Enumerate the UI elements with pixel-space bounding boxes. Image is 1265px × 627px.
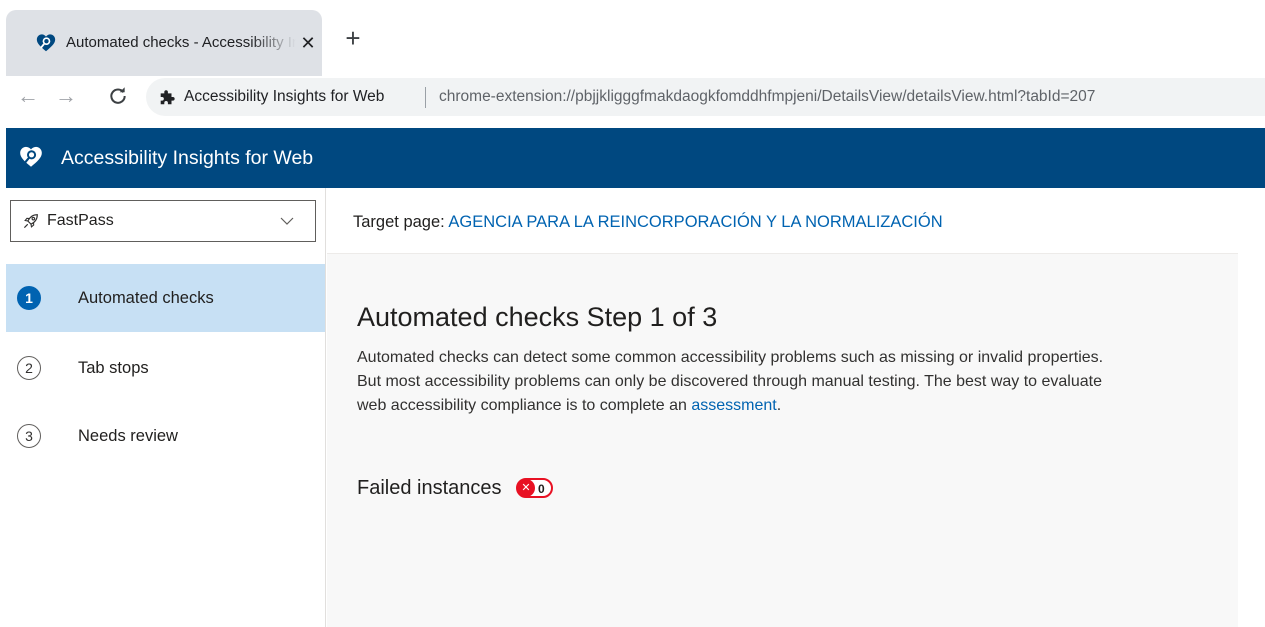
page-description: Automated checks can detect some common … [357,346,1117,418]
browser-toolbar: ← → Accessibility Insights for Web chrom… [0,76,1265,126]
nav-item-label: Automated checks [78,289,214,307]
step-number: 3 [17,424,41,448]
nav-item-tab-stops[interactable]: 2 Tab stops [6,334,325,402]
nav-item-label: Needs review [78,427,178,445]
new-tab-button[interactable]: + [340,25,366,52]
tab-title: Automated checks - Accessibility Insight… [66,34,296,51]
nav-item-automated-checks[interactable]: 1 Automated checks [6,264,325,332]
left-nav: FastPass 1 Automated checks 2 Tab stops … [6,188,326,627]
app-header: Accessibility Insights for Web [6,128,1265,188]
target-page-link[interactable]: AGENCIA PARA LA REINCORPORACIÓN Y LA NOR… [448,213,942,231]
forward-arrow-icon[interactable]: → [52,82,80,110]
back-arrow-icon[interactable]: ← [14,82,42,110]
omnibox-separator [425,87,426,108]
main-content: Automated checks Step 1 of 3 Automated c… [327,254,1238,627]
right-edge-panel [1238,188,1265,627]
target-page-bar: Target page: AGENCIA PARA LA REINCORPORA… [327,188,1238,254]
failed-instances-row: Failed instances ✕ 0 [357,476,553,502]
assessment-link[interactable]: assessment [691,397,776,414]
mode-dropdown[interactable]: FastPass [10,200,316,242]
browser-tabstrip: Automated checks - Accessibility Insight… [0,0,1265,85]
target-page-prefix: Target page: [353,213,449,231]
error-x-icon: ✕ [516,479,535,497]
accessibility-insights-logo-icon [20,146,42,167]
description-period: . [776,397,782,414]
app-title: Accessibility Insights for Web [61,147,314,169]
step-number: 1 [17,286,41,310]
failed-instances-label: Failed instances [357,477,502,499]
address-bar[interactable]: Accessibility Insights for Web chrome-ex… [146,78,1265,116]
step-number: 2 [17,356,41,380]
dropdown-label: FastPass [47,212,114,229]
rocket-icon [24,214,38,228]
failed-count: 0 [537,482,545,496]
chevron-down-icon [280,217,294,225]
failed-count-badge: ✕ 0 [515,478,553,498]
omnibox-site-name: Accessibility Insights for Web [184,88,385,105]
nav-item-label: Tab stops [78,359,149,377]
tab-close-icon[interactable]: ✕ [298,32,318,54]
reload-icon[interactable] [104,82,132,110]
accessibility-insights-logo-icon [36,34,56,52]
target-page-text: Target page: AGENCIA PARA LA REINCORPORA… [353,212,943,232]
nav-item-needs-review[interactable]: 3 Needs review [6,402,325,470]
puzzle-extension-icon [160,90,175,105]
browser-tab[interactable]: Automated checks - Accessibility Insight… [6,10,322,76]
omnibox-url[interactable]: chrome-extension://pbjjkligggfmakdaogkfo… [439,87,1095,107]
page-title: Automated checks Step 1 of 3 [357,302,718,332]
